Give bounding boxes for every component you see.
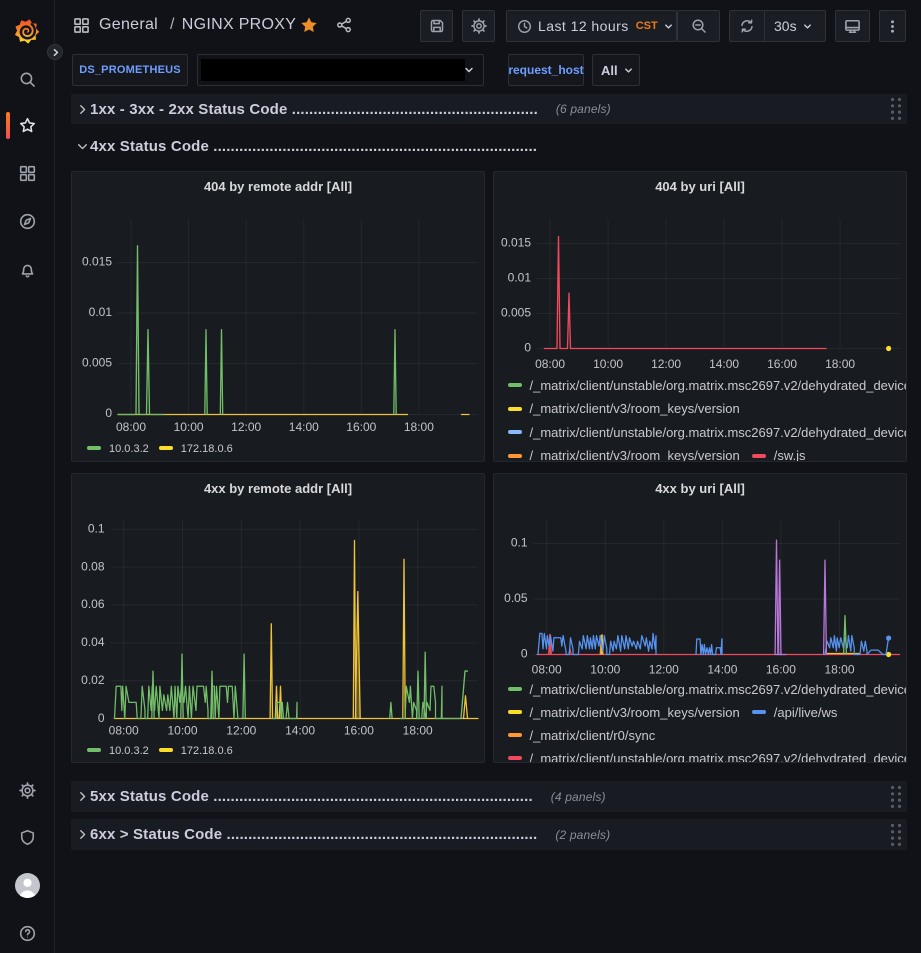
svg-text:0.05: 0.05 [504, 591, 528, 605]
svg-text:18:00: 18:00 [404, 420, 434, 434]
svg-text:14:00: 14:00 [289, 420, 319, 434]
svg-text:08:00: 08:00 [535, 357, 565, 371]
svg-text:18:00: 18:00 [403, 724, 433, 738]
svg-text:08:00: 08:00 [532, 663, 562, 677]
svg-text:12:00: 12:00 [651, 357, 681, 371]
svg-text:0.005: 0.005 [82, 356, 112, 370]
svg-text:0: 0 [521, 647, 528, 661]
svg-text:0: 0 [105, 406, 112, 420]
svg-text:12:00: 12:00 [231, 420, 261, 434]
svg-text:12:00: 12:00 [226, 724, 256, 738]
svg-text:16:00: 16:00 [767, 357, 797, 371]
svg-text:16:00: 16:00 [766, 663, 796, 677]
svg-text:0.06: 0.06 [81, 597, 105, 611]
svg-text:14:00: 14:00 [709, 357, 739, 371]
svg-text:12:00: 12:00 [649, 663, 679, 677]
svg-text:18:00: 18:00 [824, 663, 854, 677]
svg-text:0.02: 0.02 [81, 673, 105, 687]
svg-text:10:00: 10:00 [593, 357, 623, 371]
svg-text:16:00: 16:00 [346, 420, 376, 434]
svg-text:16:00: 16:00 [344, 724, 374, 738]
svg-text:0.005: 0.005 [501, 306, 531, 320]
svg-text:18:00: 18:00 [825, 357, 855, 371]
svg-text:0.015: 0.015 [501, 236, 531, 250]
svg-text:0.08: 0.08 [81, 559, 105, 573]
svg-text:14:00: 14:00 [285, 724, 315, 738]
svg-text:08:00: 08:00 [116, 420, 146, 434]
svg-text:0: 0 [524, 341, 531, 355]
svg-text:0.015: 0.015 [82, 255, 112, 269]
svg-text:0.01: 0.01 [508, 271, 532, 285]
svg-text:0.01: 0.01 [89, 305, 113, 319]
svg-text:0.04: 0.04 [81, 635, 105, 649]
svg-text:0.1: 0.1 [88, 521, 105, 535]
svg-text:0.1: 0.1 [511, 536, 528, 550]
svg-text:08:00: 08:00 [109, 724, 139, 738]
svg-text:10:00: 10:00 [167, 724, 197, 738]
svg-text:14:00: 14:00 [707, 663, 737, 677]
svg-text:10:00: 10:00 [174, 420, 204, 434]
svg-text:0: 0 [98, 711, 105, 725]
svg-text:10:00: 10:00 [590, 663, 620, 677]
